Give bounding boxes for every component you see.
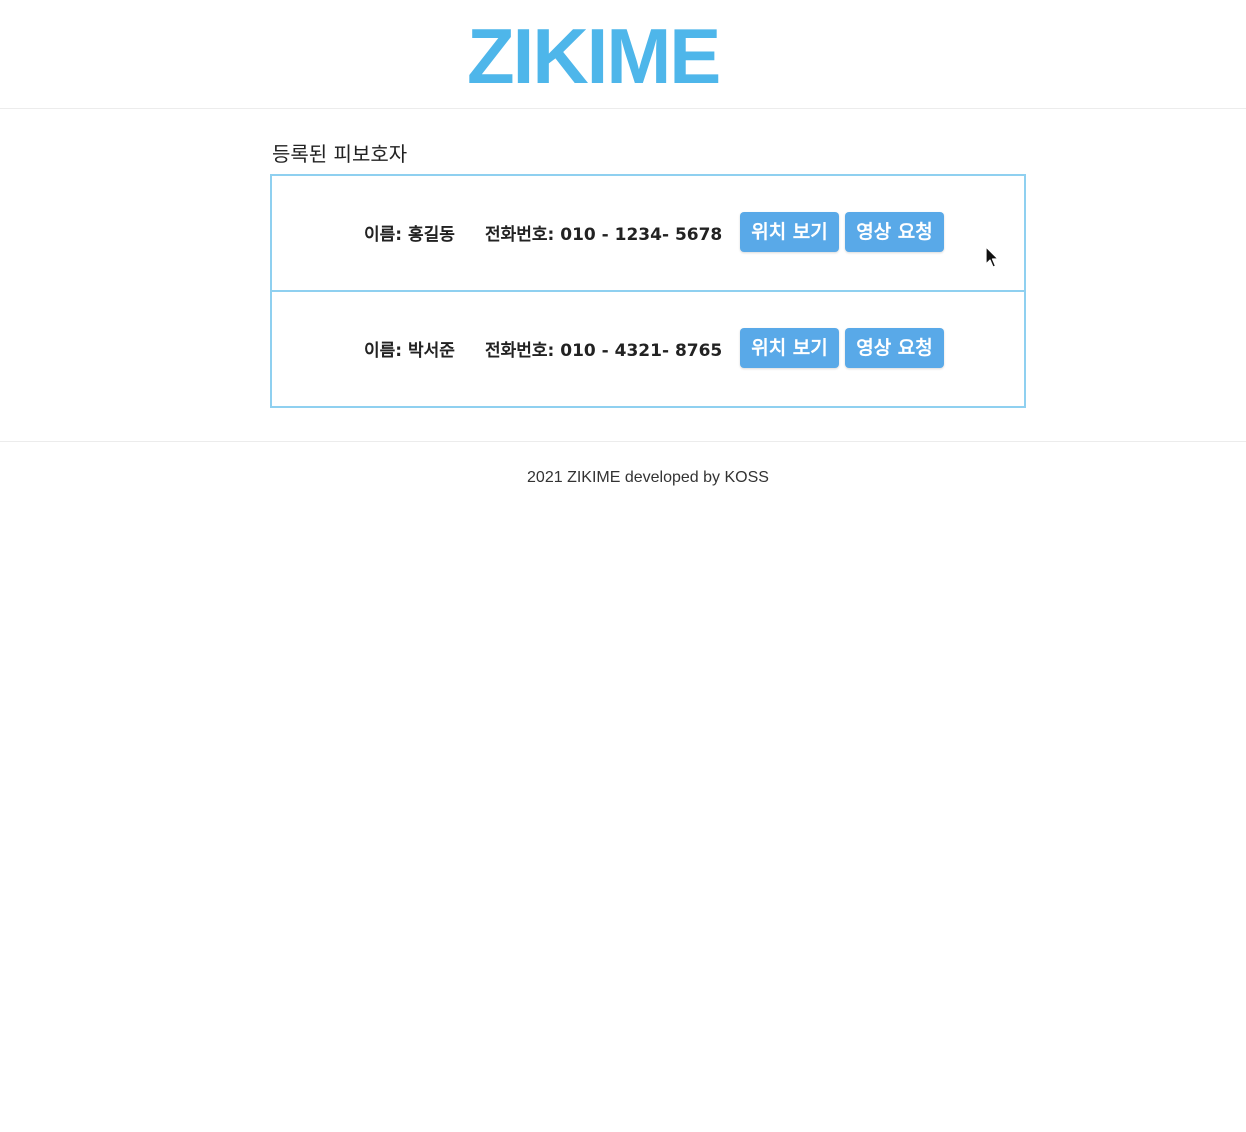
ward-phone: 전화번호: 010 - 4321- 8765 <box>485 341 723 361</box>
mouse-pointer-icon <box>985 246 999 268</box>
ward-name: 이름: 박서준 <box>364 341 455 361</box>
view-location-button[interactable]: 위치 보기 <box>740 328 839 368</box>
footer-text: 2021 ZIKIME developed by KOSS <box>527 469 769 486</box>
request-video-button[interactable]: 영상 요청 <box>845 212 944 252</box>
request-video-button[interactable]: 영상 요청 <box>845 328 944 368</box>
ward-card: 이름: 박서준 전화번호: 010 - 4321- 8765 위치 보기 영상 … <box>270 290 1026 408</box>
logo[interactable]: ZIKIME <box>467 14 721 98</box>
ward-card: 이름: 홍길동 전화번호: 010 - 1234- 5678 위치 보기 영상 … <box>270 174 1026 292</box>
ward-name: 이름: 홍길동 <box>364 225 455 245</box>
ward-phone: 전화번호: 010 - 1234- 5678 <box>485 225 723 245</box>
view-location-button[interactable]: 위치 보기 <box>740 212 839 252</box>
section-title: 등록된 피보호자 <box>272 142 408 166</box>
footer: 2021 ZIKIME developed by KOSS <box>0 441 1246 502</box>
header: ZIKIME <box>0 0 1246 109</box>
ward-list: 이름: 홍길동 전화번호: 010 - 1234- 5678 위치 보기 영상 … <box>270 174 1026 408</box>
